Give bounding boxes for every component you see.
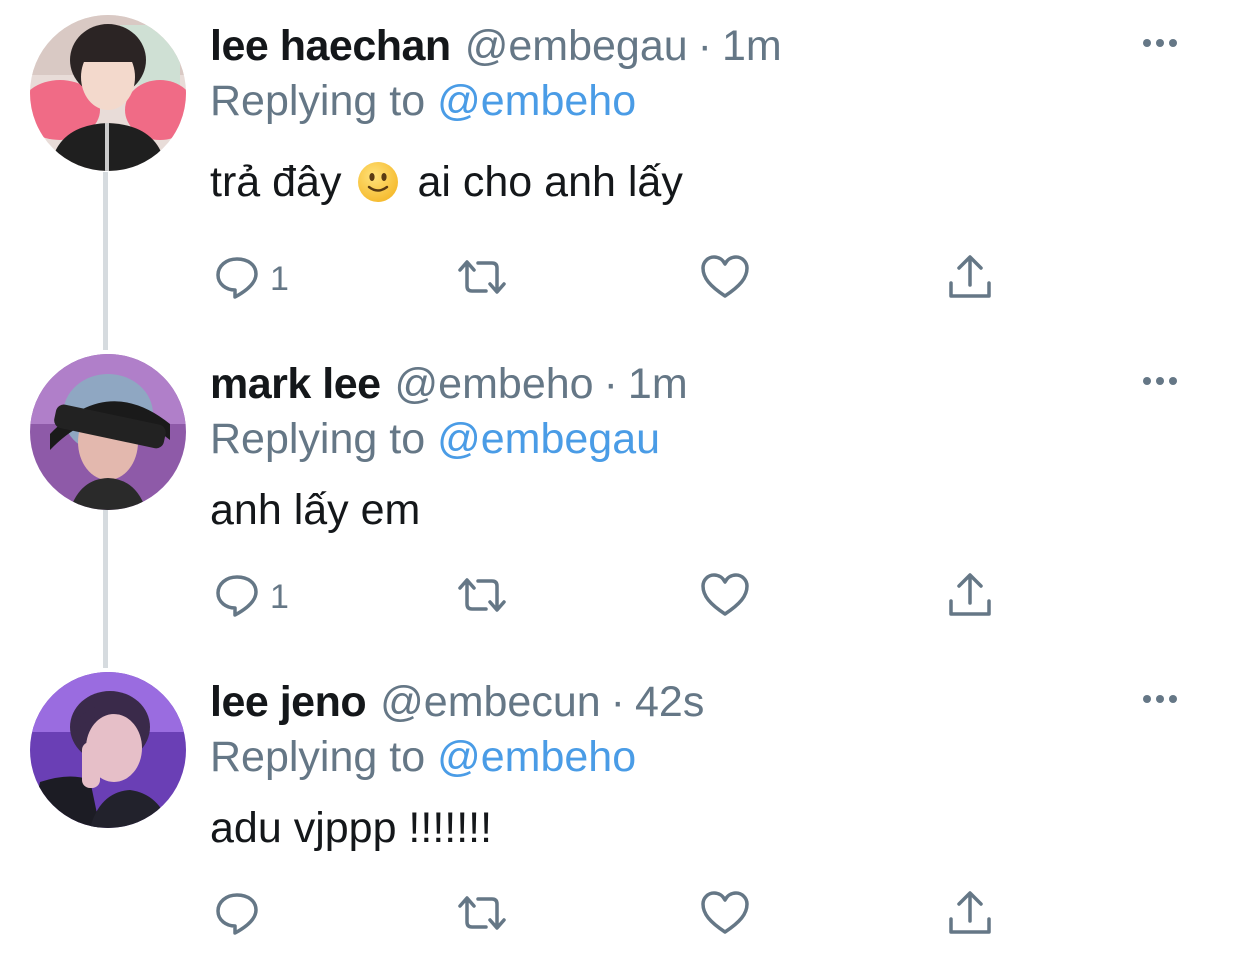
tweet-header: mark lee @embeho · 1m	[210, 356, 688, 412]
slightly-smiling-face-icon	[357, 161, 399, 203]
reply-count: 1	[270, 259, 289, 298]
timestamp[interactable]: 1m	[722, 18, 782, 74]
tweet-text: anh lấy em	[210, 483, 420, 537]
heart-icon	[700, 254, 750, 305]
reply-icon	[214, 254, 260, 305]
separator: ·	[610, 678, 625, 726]
share-button[interactable]	[946, 890, 994, 940]
avatar[interactable]	[30, 672, 186, 828]
reply-button[interactable]	[214, 890, 270, 940]
replying-to: Replying to @embeho	[210, 74, 636, 128]
reply-count: 1	[270, 577, 289, 616]
retweet-button[interactable]	[454, 254, 510, 304]
action-bar: 1	[210, 572, 1010, 622]
user-handle[interactable]: @embecun	[380, 674, 601, 730]
heart-icon	[700, 890, 750, 941]
avatar[interactable]	[30, 15, 186, 171]
user-handle[interactable]: @embegau	[465, 18, 688, 74]
tweet-text-part: anh lấy em	[210, 486, 421, 534]
replying-prefix: Replying to	[210, 415, 426, 463]
action-bar: 1	[210, 254, 1010, 304]
mention-link[interactable]: @embeho	[437, 733, 636, 781]
retweet-button[interactable]	[454, 890, 510, 940]
share-button[interactable]	[946, 254, 994, 304]
more-icon[interactable]	[1140, 374, 1180, 388]
more-icon[interactable]	[1140, 692, 1180, 706]
share-icon	[946, 571, 994, 624]
mention-link[interactable]: @embegau	[437, 415, 660, 463]
tweet-text: trả đây ai cho anh lấy	[210, 155, 683, 209]
tweet-text-part: ai cho anh lấy	[417, 158, 683, 206]
like-button[interactable]	[700, 890, 750, 940]
display-name[interactable]: lee haechan	[210, 18, 451, 74]
like-button[interactable]	[700, 254, 750, 304]
mention-link[interactable]: @embeho	[437, 77, 636, 125]
reply-icon	[214, 572, 260, 623]
like-button[interactable]	[700, 572, 750, 622]
share-button[interactable]	[946, 572, 994, 622]
display-name[interactable]: mark lee	[210, 356, 381, 412]
separator: ·	[603, 360, 618, 408]
tweet[interactable]: lee haechan @embegau · 1m Replying to @e…	[0, 15, 1241, 318]
heart-icon	[700, 572, 750, 623]
avatar[interactable]	[30, 354, 186, 510]
retweet-icon	[454, 572, 510, 623]
display-name[interactable]: lee jeno	[210, 674, 367, 730]
more-icon[interactable]	[1140, 36, 1180, 50]
tweet-header: lee jeno @embecun · 42s	[210, 674, 704, 730]
separator: ·	[697, 22, 712, 70]
replying-to: Replying to @embeho	[210, 730, 636, 784]
tweet-header: lee haechan @embegau · 1m	[210, 18, 782, 74]
reply-icon	[214, 890, 260, 941]
tweet[interactable]: lee jeno @embecun · 42s Replying to @emb…	[0, 672, 1241, 963]
tweet-text-part: trả đây	[210, 158, 342, 206]
tweet-text: adu vjppp !!!!!!!	[210, 801, 492, 855]
reply-button[interactable]: 1	[214, 254, 289, 304]
user-handle[interactable]: @embeho	[395, 356, 594, 412]
share-icon	[946, 253, 994, 306]
tweet-text-part: adu vjppp !!!!!!!	[210, 804, 493, 852]
replying-to: Replying to @embegau	[210, 412, 660, 466]
replying-prefix: Replying to	[210, 733, 426, 781]
timestamp[interactable]: 42s	[635, 674, 704, 730]
timestamp[interactable]: 1m	[628, 356, 688, 412]
action-bar	[210, 890, 1010, 940]
retweet-button[interactable]	[454, 572, 510, 622]
reply-button[interactable]: 1	[214, 572, 289, 622]
retweet-icon	[454, 254, 510, 305]
share-icon	[946, 889, 994, 942]
retweet-icon	[454, 890, 510, 941]
replying-prefix: Replying to	[210, 77, 426, 125]
tweet[interactable]: mark lee @embeho · 1m Replying to @embeg…	[0, 354, 1241, 656]
